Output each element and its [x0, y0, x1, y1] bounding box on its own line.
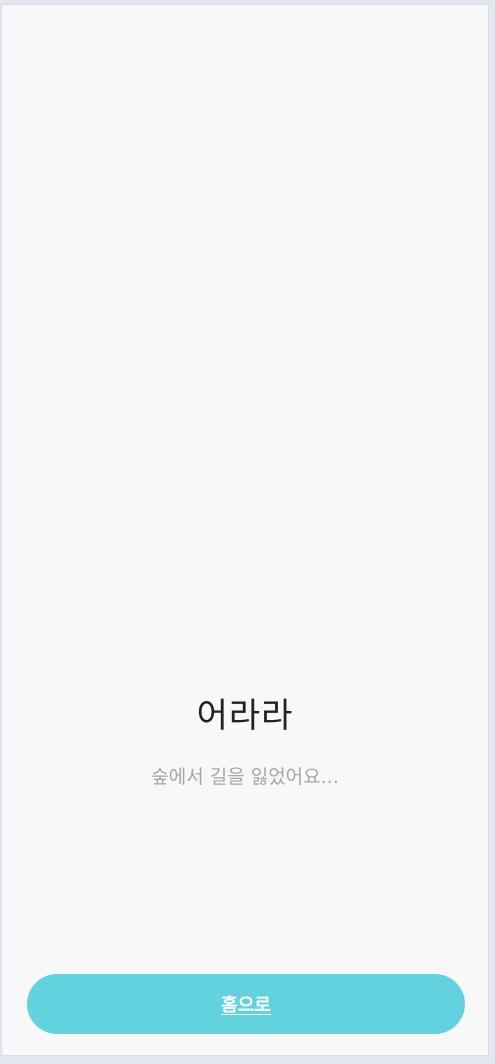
home-button[interactable]: 홈으로 [27, 974, 465, 1034]
app-screen: 어라라 숲에서 길을 잃었어요... 홈으로 [1, 4, 489, 1056]
error-title: 어라라 [196, 696, 294, 736]
error-message: 숲에서 길을 잃었어요... [151, 766, 339, 788]
